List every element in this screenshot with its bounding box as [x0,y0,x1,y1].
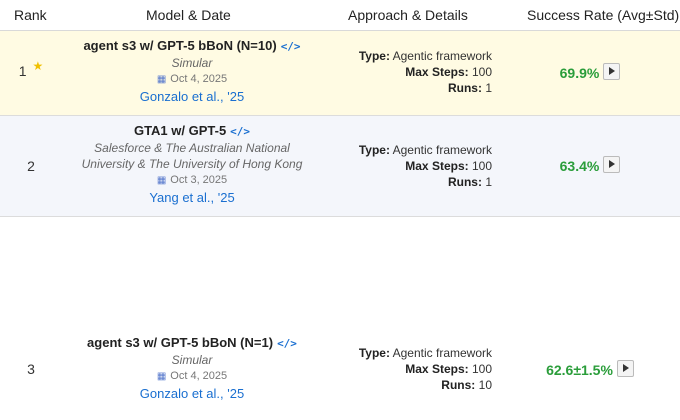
runs-value: 1 [485,81,492,95]
type-label: Type: [358,49,390,63]
leaderboard-table: Rank Model & Date Approach & Details Suc… [0,0,680,420]
max-steps-label: Max Steps: [405,159,469,173]
rate-cell: 62.6±1.5% [500,360,680,379]
table-row: 2 GTA1 w/ GPT-5 </> Salesforce & The Aust… [0,116,680,217]
rank-number: 2 [27,158,35,174]
approach-type: Agentic framework [392,49,492,63]
success-rate-value: 69.9% [559,64,600,81]
organization: Simular [171,353,213,367]
runs-label: Runs: [447,81,482,95]
code-icon[interactable]: </> [230,125,250,138]
type-label: Type: [358,346,390,360]
header-success-rate[interactable]: Success Rate (Avg±Std) [527,7,679,23]
runs-value: 1 [485,175,492,189]
rate-cell: 69.9% [500,63,680,82]
header-model-date[interactable]: Model & Date [146,7,231,23]
rank-cell: 1 ★ [0,59,62,79]
citation-link[interactable]: Yang et al., '25 [62,189,322,207]
approach-cell: Type: Agentic framework Max Steps: 100 R… [322,345,492,393]
code-icon[interactable]: </> [277,337,297,350]
organization-line-2: University & The University of Hong Kong [81,157,303,171]
max-steps-value: 100 [471,65,492,79]
rate-cell: 63.4% [500,156,680,175]
model-name: agent s3 w/ GPT-5 bBoN (N=10) [83,38,277,53]
citation-link[interactable]: Gonzalo et al., '25 [62,88,322,106]
rank-number: 1 [18,63,27,79]
code-icon[interactable]: </> [281,40,301,53]
max-steps-value: 100 [471,159,492,173]
header-approach-details[interactable]: Approach & Details [348,7,468,23]
approach-type: Agentic framework [392,346,492,360]
max-steps-label: Max Steps: [405,65,469,79]
release-date: Oct 4, 2025 [170,370,228,382]
rank-number: 3 [27,361,35,377]
model-cell: GTA1 w/ GPT-5 </> Salesforce & The Austra… [62,122,322,207]
calendar-icon: ▦ [156,74,167,85]
runs-value: 10 [478,378,492,392]
header-rank[interactable]: Rank [14,7,47,23]
model-name: GTA1 w/ GPT-5 [133,123,227,138]
rank-cell: 3 [0,361,62,377]
calendar-icon: ▦ [156,371,167,382]
organization: Simular [171,56,213,70]
success-rate-value: 63.4% [559,157,600,174]
release-date: Oct 3, 2025 [170,174,228,186]
model-name: agent s3 w/ GPT-5 bBoN (N=1) [87,335,274,350]
organization: Salesforce & The Australian National [94,141,290,155]
runs-label: Runs: [447,175,482,189]
rank-cell: 2 [0,158,62,174]
play-icon[interactable] [603,156,621,174]
max-steps-label: Max Steps: [405,362,469,376]
citation-link[interactable]: Gonzalo et al., '25 [62,385,322,403]
play-icon[interactable] [616,360,634,378]
table-header: Rank Model & Date Approach & Details Suc… [0,0,680,31]
type-label: Type: [358,143,390,157]
play-icon[interactable] [603,63,621,81]
success-rate-value: 62.6±1.5% [546,361,613,378]
approach-type: Agentic framework [392,143,492,157]
calendar-icon: ▦ [156,175,167,186]
max-steps-value: 100 [471,362,492,376]
model-cell: agent s3 w/ GPT-5 bBoN (N=10) </> Simular… [62,37,322,106]
table-row: 1 ★ agent s3 w/ GPT-5 bBoN (N=10) </> Simu… [0,31,680,116]
approach-cell: Type: Agentic framework Max Steps: 100 R… [322,142,492,190]
runs-label: Runs: [441,378,476,392]
table-row: 3 agent s3 w/ GPT-5 bBoN (N=1) </> Simula… [0,217,680,420]
release-date: Oct 4, 2025 [170,73,228,85]
star-icon: ★ [32,59,44,73]
approach-cell: Type: Agentic framework Max Steps: 100 R… [322,48,492,96]
model-cell: agent s3 w/ GPT-5 bBoN (N=1) </> Simular … [62,334,322,403]
